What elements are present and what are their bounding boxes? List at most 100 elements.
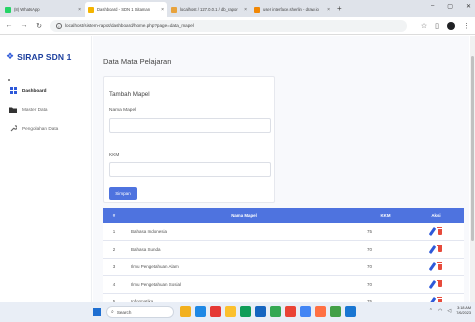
taskbar-app-icon[interactable] (195, 306, 206, 317)
browser-tab[interactable]: Dashboard - SDN 1 Sitaman × (85, 2, 167, 17)
edit-icon[interactable] (428, 279, 436, 289)
system-tray: ⌃ ◠ ◁ 3:18 AM 7/6/2023 (429, 306, 471, 316)
edit-icon[interactable] (428, 262, 436, 272)
row-number: 4 (103, 275, 125, 294)
taskbar: ⌕ Search ⌃ ◠ ◁ 3:18 AM 7/6/2023 (0, 302, 475, 322)
back-icon[interactable]: ← (5, 22, 13, 29)
sidebar-item-pengolahan-data[interactable]: Pengolahan Data (0, 119, 92, 138)
table-row: 4 Ilmu Pengetahuan Sosial 70 (103, 275, 464, 294)
add-mapel-card: Tambah Mapel Nama Mapel KKM Simpan (103, 76, 275, 203)
row-number: 2 (103, 240, 125, 259)
minimize-icon[interactable]: – (431, 3, 434, 10)
edit-icon[interactable] (428, 226, 436, 237)
brand-logo-icon: ❖ (6, 51, 15, 61)
clock[interactable]: 3:18 AM 7/6/2023 (456, 306, 471, 316)
taskbar-app-icon[interactable] (285, 306, 296, 317)
table-row: 2 Bahasa Sunda 70 (103, 240, 464, 259)
close-icon[interactable]: ✕ (466, 3, 471, 10)
sidebar-item-dashboard[interactable]: Dashboard (0, 81, 92, 100)
page-title: Data Mata Pelajaran (103, 57, 172, 66)
tab-label: (8) WhatsApp (14, 7, 40, 12)
taskbar-app-icon[interactable] (345, 306, 356, 317)
row-kkm: 70 (363, 275, 408, 294)
maximize-icon[interactable]: ▢ (447, 3, 453, 10)
taskbar-app-icon[interactable] (300, 306, 311, 317)
clock-date: 7/6/2023 (456, 311, 471, 315)
tab-label: user interface.sherlin - draw.io (263, 7, 319, 12)
address-bar: ← → ↻ i localhost/sistem-rapot/dashboard… (0, 17, 475, 35)
row-number: 1 (103, 223, 125, 241)
delete-icon[interactable] (437, 262, 442, 270)
delete-icon[interactable] (437, 279, 442, 288)
mapel-table: # Nama Mapel KKM Aksi 1 Bahasa Indonesia 7… (103, 208, 464, 302)
search-icon: ⌕ (111, 309, 114, 315)
table-header-row: # Nama Mapel KKM Aksi (103, 208, 464, 223)
tab-close-icon[interactable]: × (327, 7, 330, 13)
taskbar-search[interactable]: ⌕ Search (106, 306, 174, 318)
header-nama-mapel: Nama Mapel (125, 208, 363, 223)
nama-mapel-label: Nama Mapel (109, 108, 137, 113)
row-mapel-name: Bahasa Indonesia (125, 223, 363, 241)
row-kkm: 70 (363, 240, 408, 259)
tab-close-icon[interactable]: × (78, 7, 81, 13)
row-number: 5 (103, 293, 125, 302)
browser-tab[interactable]: (8) WhatsApp × (2, 2, 84, 17)
row-number: 3 (103, 258, 125, 276)
new-tab-button[interactable]: + (337, 4, 342, 13)
taskbar-app-icon[interactable] (180, 306, 191, 317)
brand[interactable]: ❖ SIRAP SDN 1 (0, 36, 91, 62)
nama-mapel-input[interactable] (109, 118, 271, 133)
browser-tab-strip: (8) WhatsApp × Dashboard - SDN 1 Sitaman × l… (0, 0, 475, 17)
url-input[interactable]: i localhost/sistem-rapot/dashboard/home.… (50, 19, 407, 32)
volume-icon[interactable]: ◁ (447, 308, 451, 314)
dashboard-icon (9, 87, 17, 94)
header-aksi: Aksi (408, 208, 464, 223)
row-actions (408, 275, 464, 294)
row-mapel-name: Ilmu Pengetahuan Sosial (125, 275, 363, 294)
scrollbar-thumb[interactable] (471, 56, 474, 241)
wifi-icon[interactable]: ◠ (438, 308, 442, 314)
taskbar-app-icon[interactable] (225, 306, 236, 317)
taskbar-app-icon[interactable] (330, 306, 341, 317)
page-scrollbar[interactable] (470, 36, 475, 302)
search-label: Search (116, 309, 132, 315)
row-actions (408, 258, 464, 276)
delete-icon[interactable] (437, 227, 442, 235)
header-no: # (103, 208, 125, 223)
taskbar-app-icon[interactable] (255, 306, 266, 317)
windows-start-icon[interactable] (93, 308, 101, 316)
browser-tab[interactable]: user interface.sherlin - draw.io × (251, 2, 333, 17)
sidebar: ❖ SIRAP SDN 1 Dashboard Master Data Peng… (0, 36, 92, 302)
header-kkm: KKM (363, 208, 408, 223)
row-actions (408, 293, 464, 302)
reload-icon[interactable]: ↻ (35, 22, 43, 30)
kkm-input[interactable] (109, 162, 271, 177)
brand-title: SIRAP SDN 1 (17, 51, 72, 62)
profile-avatar[interactable] (447, 21, 455, 30)
site-info-icon[interactable]: i (56, 22, 62, 29)
sidebar-item-label: Pengolahan Data (22, 126, 59, 131)
tray-chevron-icon[interactable]: ⌃ (429, 308, 433, 314)
card-title: Tambah Mapel (109, 91, 150, 98)
taskbar-app-icon[interactable] (315, 306, 326, 317)
tab-close-icon[interactable]: × (244, 7, 247, 13)
row-kkm: 75 (363, 223, 408, 241)
browser-tab[interactable]: localhost / 127.0.0.1 / db_rapor × (168, 2, 250, 17)
forward-icon[interactable]: → (20, 22, 28, 29)
sidebar-item-master-data[interactable]: Master Data (0, 100, 92, 119)
bookmark-star-icon[interactable]: ☆ (421, 22, 427, 30)
sidebar-item-label: Master Data (22, 107, 48, 112)
delete-icon[interactable] (437, 244, 442, 253)
sidebar-panel-icon[interactable]: ▯ (435, 22, 439, 30)
taskbar-app-icon[interactable] (270, 306, 281, 317)
tab-favicon-icon (254, 6, 260, 13)
row-mapel-name: Bahasa Sunda (125, 240, 363, 259)
window-controls: – ▢ ✕ (431, 3, 471, 10)
menu-kebab-icon[interactable]: ⋮ (463, 22, 470, 30)
taskbar-app-icon[interactable] (240, 306, 251, 317)
edit-icon[interactable] (428, 244, 436, 254)
save-button[interactable]: Simpan (109, 187, 137, 200)
taskbar-app-icon[interactable] (210, 306, 221, 317)
tab-close-icon[interactable]: × (161, 7, 164, 13)
row-actions (408, 223, 464, 241)
